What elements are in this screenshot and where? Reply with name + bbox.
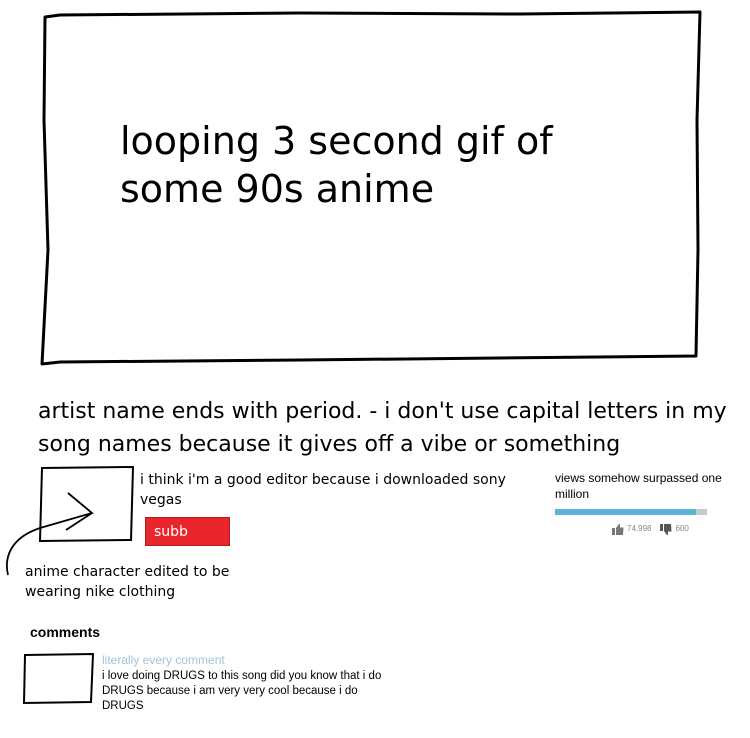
channel-avatar (38, 465, 135, 543)
like-count: 74,998 (627, 524, 652, 533)
thumbs-up-icon[interactable] (612, 523, 624, 535)
comments-header: comments (30, 624, 101, 640)
thumbs-down-icon[interactable] (660, 523, 672, 535)
comment-text: i love doing DRUGS to this song did you … (102, 670, 382, 712)
like-ratio-bar (555, 509, 707, 515)
subscribe-button[interactable]: subb (145, 517, 230, 546)
video-placeholder-text: looping 3 second gif of some 90s anime (120, 119, 553, 211)
comment-author[interactable]: literally every comment (102, 653, 225, 667)
avatar-caption: anime character edited to be wearing nik… (25, 564, 230, 600)
channel-description: i think i'm a good editor because i down… (140, 472, 506, 508)
view-count: views somehow surpassed one million (555, 471, 722, 501)
video-title: artist name ends with period. - i don't … (38, 399, 727, 457)
like-ratio-fill (555, 509, 697, 515)
like-dislike-row: 74,998 600 (612, 522, 689, 536)
dislike-count: 600 (675, 524, 689, 533)
comment-avatar (22, 652, 95, 705)
sketch-layer (6, 10, 702, 705)
